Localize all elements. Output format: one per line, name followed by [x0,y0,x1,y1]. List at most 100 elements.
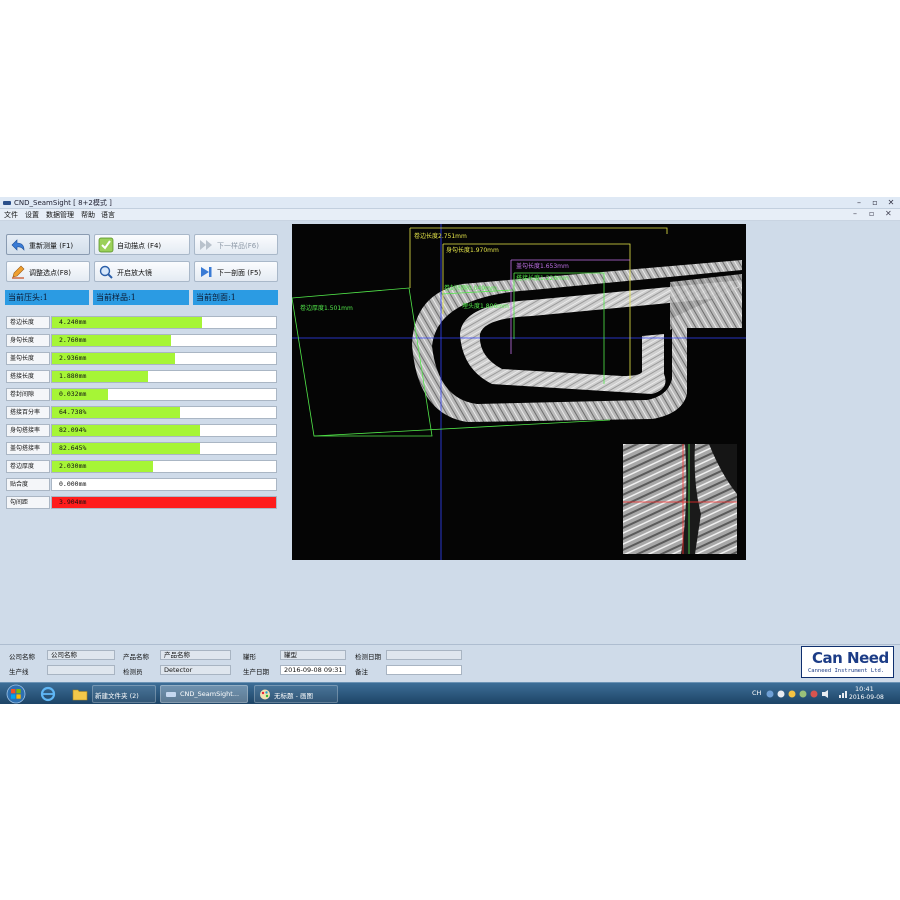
taskbar: 新建文件夹 (2) CND_SeamSight... 无标题 - 画图 CH 1… [0,682,900,704]
seamsight-app-icon [166,692,176,697]
measurement-row: 盖勾长度 2.936mm [6,352,277,365]
company-label: 公司名称 [9,653,35,661]
measurement-row: 卷封间隙 0.032mm [6,388,277,401]
mdi-close-button[interactable]: ✕ [885,209,892,218]
seam-image-viewer[interactable]: 卷边长度2.751mm 身勾长度1.970mm 盖勾长度1.653mm 搭接长度… [292,224,746,560]
internet-explorer-icon[interactable] [40,686,56,702]
mdi-minimize-button[interactable]: – [853,209,857,218]
measurement-bar: 82.094% [51,424,277,437]
magnifier-icon [99,265,113,279]
menu-language[interactable]: 语言 [101,210,115,220]
clock-date[interactable]: 2016-09-08 [849,694,884,701]
measurement-bar: 2.936mm [51,352,277,365]
inspect-date-label: 检测日期 [355,653,381,661]
info-bar: 公司名称 公司名称 产品名称 产品名称 罐形 罐型 检测日期 生产线 检测员 D… [0,644,900,682]
annotation-label: 盖勾长度1.653mm [516,262,569,270]
production-date-label: 生产日期 [243,668,269,676]
window-title: CND_SeamSight [ 8+2模式 ] [14,199,112,207]
start-button-windows-icon[interactable] [6,684,26,704]
current-head-status: 当前压头:1 [5,290,89,305]
measurement-label: 卷边厚度 [6,460,50,473]
measurement-value: 2.760mm [59,336,87,344]
measurement-bar: 2.030mm [51,460,277,473]
measurement-value: 2.936mm [59,354,87,362]
measurement-value: 64.738% [59,408,87,416]
measurement-bar: 4.240mm [51,316,277,329]
clock-time[interactable]: 10:41 [855,685,874,693]
measurement-value: 0.032mm [59,390,87,398]
measurement-row: 搭接百分率 64.738% [6,406,277,419]
annotation-label: 埋头度1.806mm [462,302,509,310]
close-button[interactable]: ✕ [885,197,897,208]
magnifier-button[interactable]: 开启放大镜 [94,261,190,282]
taskbar-item-folder[interactable]: 新建文件夹 (2) [92,685,156,703]
next-section-button[interactable]: 下一剖面 (F5) [194,261,278,282]
measurement-row: 卷边厚度 2.030mm [6,460,277,473]
production-line-label: 生产线 [9,668,29,676]
menu-bar: 文件 设置 数据管理 帮助 语言 – ▫ ✕ [0,209,900,221]
measurement-row: 搭接长度 1.880mm [6,370,277,383]
next-sample-button[interactable]: 下一样品(F6) [194,234,278,255]
measurement-value: 1.880mm [59,372,87,380]
production-line-field[interactable] [47,665,115,675]
current-section-status: 当前剖面:1 [193,290,278,305]
product-field[interactable]: 产品名称 [160,650,231,660]
measurement-value: 4.240mm [59,318,87,326]
remark-field[interactable] [386,665,462,675]
measurement-label: 盖勾长度 [6,352,50,365]
measurement-label: 身勾搭接率 [6,424,50,437]
magnified-region [623,444,737,554]
logo-company-name: Canneed Instrument Ltd. [808,668,885,674]
production-date-field[interactable]: 2016-09-08 09:31 [280,665,346,675]
annotation-label: 身勾长度1.970mm [446,246,499,254]
auto-point-button[interactable]: 自动描点 (F4) [94,234,190,255]
measurement-label: 身勾长度 [6,334,50,347]
measurement-label: 盖勾搭接率 [6,442,50,455]
menu-help[interactable]: 帮助 [81,210,95,220]
taskbar-item-paint[interactable]: 无标题 - 画图 [254,685,338,703]
can-type-field[interactable]: 罐型 [280,650,346,660]
inspector-field[interactable]: Detector [160,665,231,675]
inspector-label: 检测员 [123,668,143,676]
measurement-bar: 0.000mm [51,478,277,491]
fast-forward-icon [200,240,212,250]
canneed-logo: Can Need Canneed Instrument Ltd. [801,646,894,678]
magnifier-inset [623,444,737,554]
title-bar: CND_SeamSight [ 8+2模式 ] – ▫ ✕ [0,197,900,209]
minimize-button[interactable]: – [853,197,865,208]
company-field[interactable]: 公司名称 [47,650,115,660]
annotation-label: 搭接长度1.226mm [516,274,569,282]
explorer-folder-icon[interactable] [72,686,88,702]
menu-data[interactable]: 数据管理 [46,210,74,220]
taskbar-item-seamsight[interactable]: CND_SeamSight... [160,685,248,703]
measurement-row: 身勾长度 2.760mm [6,334,277,347]
paint-app-icon [260,689,270,700]
measurement-value: 0.000mm [59,480,87,488]
input-language-indicator[interactable]: CH [752,689,761,697]
logo-wordmark: Can Need [812,649,889,667]
inspect-date-field[interactable] [386,650,462,660]
remeasure-button[interactable]: 重新测量 (F1) [6,234,90,255]
measurement-label: 搭接长度 [6,370,50,383]
menu-file[interactable]: 文件 [4,210,18,220]
mdi-restore-button[interactable]: ▫ [869,209,874,218]
adjust-points-button[interactable]: 调整选点(F8) [6,261,90,282]
measurement-value: 82.094% [59,426,87,434]
measurement-value: 2.030mm [59,462,87,470]
annotation-label: 卷边长度2.751mm [414,232,467,240]
play-next-icon [201,267,212,277]
measurement-bar: 82.645% [51,442,277,455]
system-tray-icons[interactable] [766,689,836,699]
measurement-value: 82.645% [59,444,87,452]
measurement-label: 勾间距 [6,496,50,509]
measurement-value: 3.904mm [59,498,87,506]
network-icon[interactable] [838,689,848,699]
measurement-bar: 0.032mm [51,388,277,401]
measurement-row: 贴合度 0.000mm [6,478,277,491]
app-icon [3,201,11,205]
menu-settings[interactable]: 设置 [25,210,39,220]
maximize-button[interactable]: ▫ [869,197,881,208]
product-label: 产品名称 [123,653,149,661]
measurement-row: 盖勾搭接率 82.645% [6,442,277,455]
annotation-label: 卷封间隙0.049mm [444,284,497,292]
